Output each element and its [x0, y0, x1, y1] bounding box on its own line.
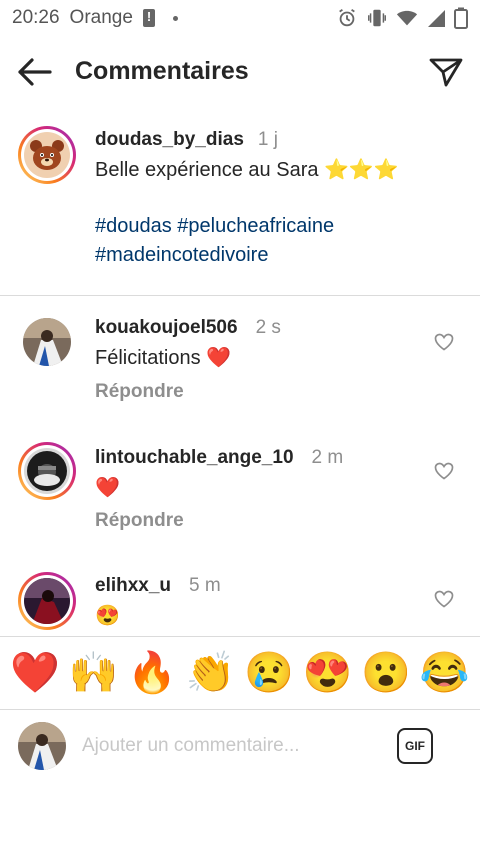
gif-button[interactable]: GIF — [397, 728, 433, 764]
emoji-clap-button[interactable]: 👏 — [186, 653, 236, 693]
emoji-heart-eyes-button[interactable]: 😍 — [303, 653, 353, 693]
comment-composer: GIF — [0, 710, 480, 782]
alert-icon — [142, 9, 155, 27]
comment-time: 2 s — [255, 317, 281, 338]
emoji-fire-button[interactable]: 🔥 — [127, 653, 177, 693]
paper-plane-icon — [429, 58, 463, 87]
status-time: 20:26 — [12, 7, 60, 28]
status-carrier: Orange — [69, 7, 133, 28]
emoji-surprised-button[interactable]: 😮 — [361, 653, 411, 693]
like-button[interactable] — [432, 330, 456, 354]
comment-item: kouakoujoel506 2 s Félicitations ❤️ Répo… — [0, 310, 480, 420]
reply-button[interactable]: Répondre — [95, 381, 184, 403]
quick-emoji-bar: ❤️ 🙌 🔥 👏 😢 😍 😮 😂 — [0, 636, 480, 710]
emoji-heart-button[interactable]: ❤️ — [10, 653, 60, 693]
alarm-icon — [339, 8, 355, 27]
comment-item: elihxx_u 5 m 😍 — [0, 570, 480, 636]
notification-dot-icon — [172, 15, 178, 21]
comment-time: 2 m — [311, 447, 344, 468]
caption-hashtags[interactable]: #doudas #pelucheafricaine — [95, 215, 334, 238]
signal-icon — [428, 10, 445, 27]
avatar — [18, 722, 66, 770]
share-button[interactable] — [426, 52, 466, 92]
app-header: Commentaires — [0, 44, 480, 100]
caption-text: Belle expérience au Sara ⭐⭐⭐ — [95, 159, 399, 181]
status-bar: 20:26 Orange — [0, 0, 480, 36]
user-avatar-image — [24, 578, 70, 624]
comment-username[interactable]: lintouchable_ange_10 — [95, 447, 294, 469]
like-button[interactable] — [432, 459, 456, 483]
avatar[interactable] — [18, 126, 76, 184]
back-button[interactable] — [14, 54, 54, 90]
page-title: Commentaires — [75, 57, 249, 85]
caption-time: 1 j — [257, 129, 278, 150]
caption-username[interactable]: doudas_by_dias — [95, 129, 244, 151]
arrow-left-icon — [18, 58, 52, 86]
emoji-raised-hands-button[interactable]: 🙌 — [69, 653, 119, 693]
comment-text: 😍 — [95, 605, 120, 627]
heart-outline-icon — [434, 333, 454, 351]
wifi-icon — [396, 10, 418, 26]
comment-text: ❤️ — [95, 477, 120, 499]
teddy-bear-avatar-image — [24, 132, 70, 178]
user-avatar-image — [24, 448, 70, 494]
comment-time: 5 m — [189, 575, 221, 596]
comment-input[interactable] — [82, 730, 372, 762]
heart-outline-icon — [434, 462, 454, 480]
emoji-laughing-button[interactable]: 😂 — [420, 653, 470, 693]
comment-username[interactable]: kouakoujoel506 — [95, 317, 238, 339]
emoji-crying-button[interactable]: 😢 — [244, 653, 294, 693]
post-caption: doudas_by_dias 1 j Belle expérience au S… — [0, 120, 480, 296]
avatar[interactable] — [23, 318, 71, 366]
vibrate-icon — [368, 9, 386, 27]
comment-item: lintouchable_ange_10 2 m ❤️ Répondre — [0, 440, 480, 550]
avatar[interactable] — [18, 572, 76, 630]
comment-text: Félicitations ❤️ — [95, 347, 232, 369]
heart-outline-icon — [434, 590, 454, 608]
comment-username[interactable]: elihxx_u — [95, 575, 171, 597]
caption-hashtags[interactable]: #madeincotedivoire — [95, 244, 268, 267]
battery-icon — [454, 7, 468, 29]
like-button[interactable] — [432, 587, 456, 611]
reply-button[interactable]: Répondre — [95, 510, 184, 532]
avatar[interactable] — [18, 442, 76, 500]
